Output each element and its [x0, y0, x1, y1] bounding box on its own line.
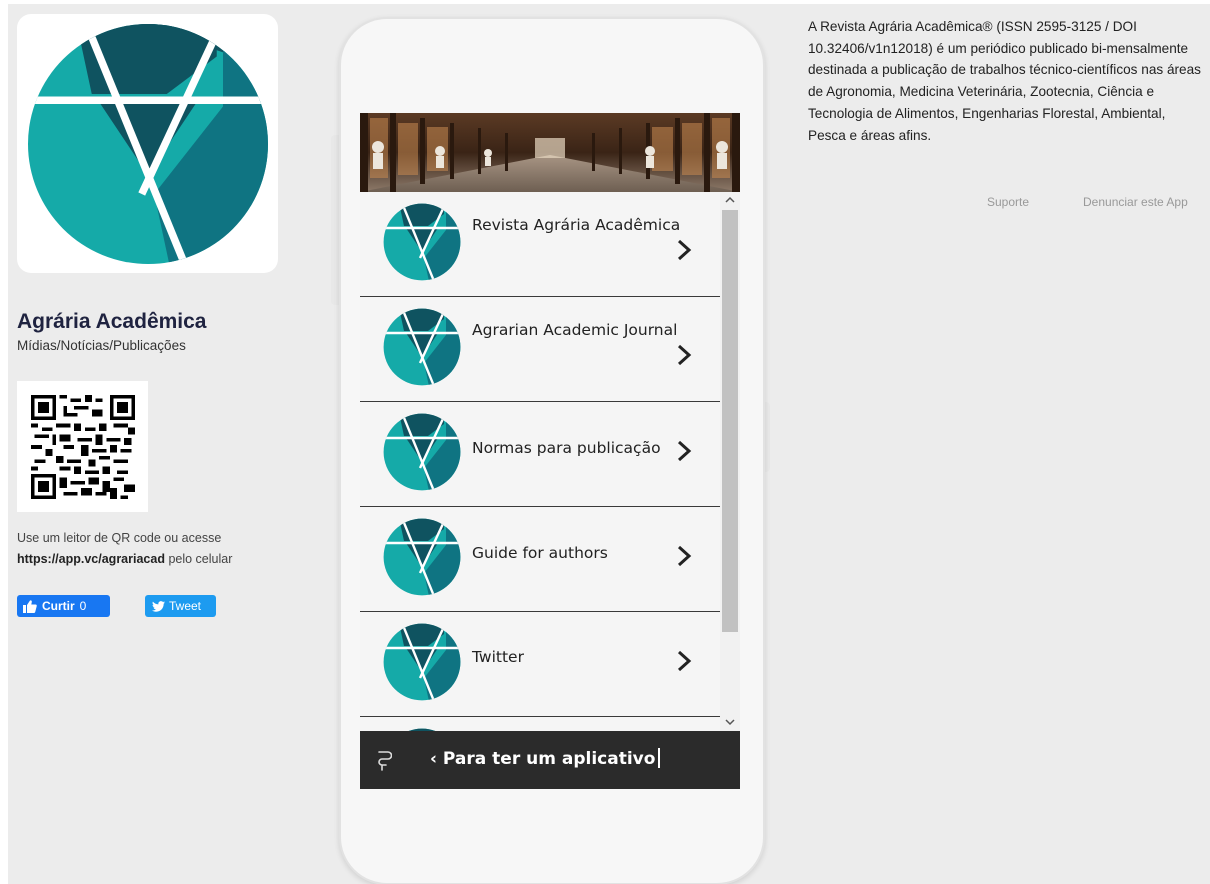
chevron-right-icon [677, 545, 692, 567]
app-title: Agrária Acadêmica [17, 310, 207, 333]
qr-hint-text: Use um leitor de QR code ou acesse [17, 531, 222, 545]
chevron-right-icon [677, 239, 692, 261]
app-logo-icon [27, 23, 268, 264]
scrollbar-thumb[interactable] [722, 210, 738, 632]
facebook-like-count: 0 [79, 599, 87, 613]
menu-item-label: Revista Agrária Acadêmica [472, 216, 681, 234]
scrollbar[interactable] [720, 192, 740, 731]
chevron-right-icon [677, 344, 692, 366]
chevron-right-icon [677, 650, 692, 672]
create-app-text: ‹ Para ter um aplicativo [430, 748, 661, 769]
menu-list: Revista Agrária Acadêmica Agrarian Acade… [360, 192, 720, 731]
app-logo-icon [382, 307, 462, 387]
menu-item-label: Twitter [472, 648, 524, 666]
create-app-label: ‹ Para ter um aplicativo [430, 749, 656, 769]
app-category: Mídias/Notícias/Publicações [17, 338, 186, 353]
app-logo [17, 14, 278, 273]
menu-item-guide[interactable]: Guide for authors [360, 507, 720, 612]
phone-screen: Revista Agrária Acadêmica Agrarian Acade… [360, 113, 740, 789]
menu-item-partial[interactable] [360, 717, 720, 731]
library-banner-image [360, 113, 740, 192]
menu-item-revista[interactable]: Revista Agrária Acadêmica [360, 192, 720, 297]
app-logo-icon [382, 517, 462, 597]
chevron-right-icon [677, 440, 692, 462]
app-logo-icon [382, 622, 462, 702]
tweet-button[interactable]: Tweet [145, 595, 216, 617]
facebook-like-button[interactable]: Curtir 0 [17, 595, 110, 617]
create-app-bar[interactable]: ‹ Para ter um aplicativo [360, 731, 740, 789]
scroll-up-icon[interactable] [724, 194, 736, 206]
menu-item-twitter[interactable]: Twitter [360, 612, 720, 717]
tweet-label: Tweet [169, 599, 202, 613]
menu-item-normas[interactable]: Normas para publicação [360, 402, 720, 507]
app-description: A Revista Agrária Acadêmica® (ISSN 2595-… [808, 19, 1201, 143]
text-cursor [658, 748, 661, 768]
app-logo-icon [382, 202, 462, 282]
app-url-link[interactable]: https://app.vc/agrariacad [17, 552, 165, 566]
app-logo-icon [382, 412, 462, 492]
thumbs-up-icon [23, 599, 37, 613]
menu-item-label: Normas para publicação [472, 439, 661, 457]
qr-code [17, 381, 148, 512]
fabapp-logo-icon [378, 751, 392, 771]
phone-side-button [331, 135, 339, 305]
qr-hint: Use um leitor de QR code ou acesse https… [17, 528, 287, 570]
menu-item-label: Guide for authors [472, 544, 608, 562]
support-link[interactable]: Suporte [987, 195, 1029, 209]
twitter-bird-icon [152, 600, 165, 612]
qr-hint-suffix: pelo celular [164, 552, 233, 566]
facebook-like-label: Curtir [42, 599, 75, 613]
menu-item-journal[interactable]: Agrarian Academic Journal [360, 297, 720, 402]
qr-code-icon [30, 394, 135, 499]
scroll-down-icon[interactable] [724, 716, 736, 728]
menu-item-label: Agrarian Academic Journal [472, 321, 678, 339]
report-app-link[interactable]: Denunciar este App [1083, 195, 1188, 209]
